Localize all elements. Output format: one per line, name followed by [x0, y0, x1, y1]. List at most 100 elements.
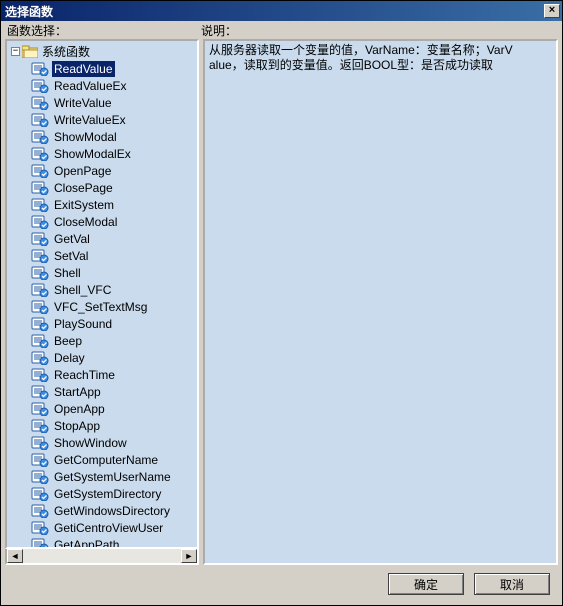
function-icon — [31, 78, 49, 93]
tree-item-label[interactable]: ShowModal — [52, 129, 119, 145]
tree-item[interactable]: ExitSystem — [31, 196, 197, 213]
tree-item[interactable]: StartApp — [31, 383, 197, 400]
expander-icon[interactable]: − — [11, 47, 20, 56]
tree-item[interactable]: GetSystemDirectory — [31, 485, 197, 502]
function-icon — [31, 214, 49, 229]
tree-item-label[interactable]: GetWindowsDirectory — [52, 503, 172, 519]
tree-item-label[interactable]: VFC_SetTextMsg — [52, 299, 149, 315]
function-icon — [31, 401, 49, 416]
tree-item[interactable]: SetVal — [31, 247, 197, 264]
tree-item-label[interactable]: OpenPage — [52, 163, 113, 179]
titlebar: 选择函数 × — [1, 1, 562, 21]
function-icon — [31, 537, 49, 547]
tree-items: ReadValueReadValueExWriteValueWriteValue… — [11, 60, 197, 547]
tree-item[interactable]: GetAppPath — [31, 536, 197, 547]
button-row: 确定 取消 — [1, 565, 562, 605]
description-label: 说明： — [201, 22, 556, 39]
tree-item-label[interactable]: ShowWindow — [52, 435, 129, 451]
tree-item[interactable]: CloseModal — [31, 213, 197, 230]
tree-item[interactable]: ReadValue — [31, 60, 197, 77]
tree-item-label[interactable]: StopApp — [52, 418, 102, 434]
tree-item[interactable]: GetSystemUserName — [31, 468, 197, 485]
tree-item[interactable]: ShowWindow — [31, 434, 197, 451]
function-icon — [31, 146, 49, 161]
function-icon — [31, 435, 49, 450]
tree-item[interactable]: StopApp — [31, 417, 197, 434]
tree-item-label[interactable]: GetVal — [52, 231, 92, 247]
function-icon — [31, 452, 49, 467]
tree-root-label[interactable]: 系统函数 — [40, 42, 92, 61]
tree-item[interactable]: GetiCentroViewUser — [31, 519, 197, 536]
tree-item-label[interactable]: StartApp — [52, 384, 103, 400]
tree-item[interactable]: Delay — [31, 349, 197, 366]
cancel-button[interactable]: 取消 — [474, 573, 550, 595]
tree-item[interactable]: OpenApp — [31, 400, 197, 417]
labels-row: 函数选择： 说明： — [1, 21, 562, 39]
function-icon — [31, 112, 49, 127]
function-icon — [31, 282, 49, 297]
tree-item[interactable]: Beep — [31, 332, 197, 349]
tree-item-label[interactable]: ReadValueEx — [52, 78, 129, 94]
titlebar-title: 选择函数 — [3, 3, 544, 20]
scroll-right-button[interactable]: ► — [181, 549, 197, 563]
tree-item-label[interactable]: ShowModalEx — [52, 146, 133, 162]
tree-item[interactable]: ShowModal — [31, 128, 197, 145]
tree-item-label[interactable]: Shell — [52, 265, 83, 281]
function-icon — [31, 367, 49, 382]
tree-item[interactable]: WriteValueEx — [31, 111, 197, 128]
tree-item-label[interactable]: GetSystemDirectory — [52, 486, 163, 502]
close-button[interactable]: × — [544, 4, 560, 18]
function-icon — [31, 180, 49, 195]
function-icon — [31, 503, 49, 518]
tree-item-label[interactable]: SetVal — [52, 248, 90, 264]
tree-item[interactable]: VFC_SetTextMsg — [31, 298, 197, 315]
tree-item-label[interactable]: GetComputerName — [52, 452, 160, 468]
description-line: alue，读取到的变量值。返回BOOL型：是否成功读取 — [209, 58, 552, 73]
tree-item[interactable]: Shell — [31, 264, 197, 281]
folder-icon — [22, 45, 38, 58]
tree-item[interactable]: PlaySound — [31, 315, 197, 332]
function-icon — [31, 129, 49, 144]
function-icon — [31, 95, 49, 110]
tree-item[interactable]: ReachTime — [31, 366, 197, 383]
tree-item-label[interactable]: GetiCentroViewUser — [52, 520, 165, 536]
tree-item-label[interactable]: ReachTime — [52, 367, 117, 383]
tree-item[interactable]: GetWindowsDirectory — [31, 502, 197, 519]
horizontal-scrollbar[interactable]: ◄ ► — [5, 549, 199, 565]
tree-item-label[interactable]: Shell_VFC — [52, 282, 113, 298]
tree-item[interactable]: ClosePage — [31, 179, 197, 196]
tree-root-node[interactable]: − 系统函数 — [11, 43, 197, 60]
tree-item-label[interactable]: PlaySound — [52, 316, 114, 332]
function-icon — [31, 350, 49, 365]
tree-item-label[interactable]: ExitSystem — [52, 197, 116, 213]
tree-item-label[interactable]: CloseModal — [52, 214, 119, 230]
tree-item[interactable]: GetVal — [31, 230, 197, 247]
tree-item[interactable]: ReadValueEx — [31, 77, 197, 94]
tree-item[interactable]: ShowModalEx — [31, 145, 197, 162]
tree-item-label[interactable]: WriteValue — [52, 95, 114, 111]
tree-item[interactable]: WriteValue — [31, 94, 197, 111]
tree-item-label[interactable]: Delay — [52, 350, 87, 366]
function-icon — [31, 265, 49, 280]
ok-button[interactable]: 确定 — [388, 573, 464, 595]
function-icon — [31, 469, 49, 484]
tree-item-label[interactable]: GetSystemUserName — [52, 469, 173, 485]
tree-item[interactable]: GetComputerName — [31, 451, 197, 468]
tree-item-label[interactable]: Beep — [52, 333, 84, 349]
scroll-track[interactable] — [23, 549, 181, 563]
tree-item[interactable]: OpenPage — [31, 162, 197, 179]
function-icon — [31, 520, 49, 535]
tree-item-label[interactable]: ClosePage — [52, 180, 115, 196]
description-line: 从服务器读取一个变量的值，VarName：变量名称；VarV — [209, 43, 552, 58]
tree-item-label[interactable]: OpenApp — [52, 401, 107, 417]
select-function-dialog: 选择函数 × 函数选择： 说明： − 系统函数 ReadV — [0, 0, 563, 606]
function-icon — [31, 61, 49, 76]
tree-item-label[interactable]: ReadValue — [52, 61, 115, 77]
scroll-left-button[interactable]: ◄ — [7, 549, 23, 563]
function-icon — [31, 316, 49, 331]
function-icon — [31, 333, 49, 348]
tree-item[interactable]: Shell_VFC — [31, 281, 197, 298]
tree-item-label[interactable]: WriteValueEx — [52, 112, 128, 128]
function-tree[interactable]: − 系统函数 ReadValueReadValueExWriteValueWri… — [5, 39, 199, 549]
tree-item-label[interactable]: GetAppPath — [52, 537, 121, 548]
